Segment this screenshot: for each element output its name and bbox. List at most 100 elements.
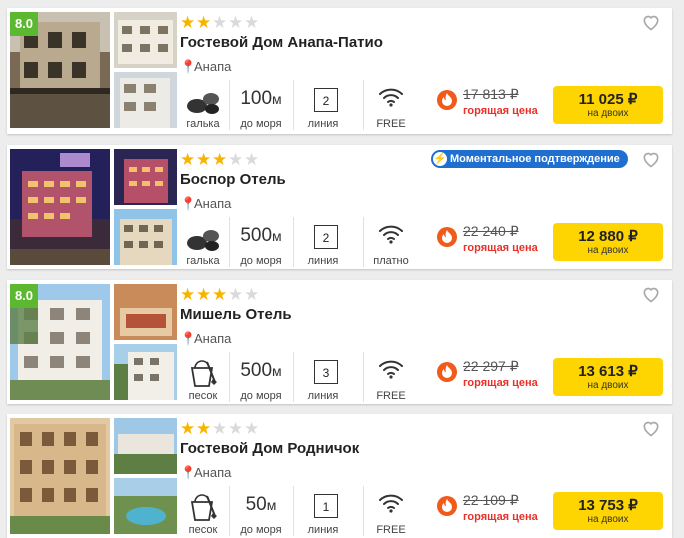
location-pin-icon: 📍 xyxy=(180,331,197,346)
location-pin-icon: 📍 xyxy=(180,465,197,480)
hotel-photo-main[interactable] xyxy=(10,149,110,265)
hot-price-label: горящая цена xyxy=(463,511,538,523)
star-rating: ★★★★★ xyxy=(180,286,260,303)
location-text: Анапа xyxy=(194,196,232,211)
distance-unit: м xyxy=(272,228,282,244)
price-button[interactable]: 12 880 ₽ на двоих xyxy=(553,223,663,261)
favorite-heart-icon[interactable] xyxy=(641,149,661,169)
hotel-card[interactable]: 8.0 ★★★★★ Гостевой Дом Анапа-Патио 📍Анап… xyxy=(7,8,672,134)
price-note: на двоих xyxy=(587,380,629,391)
hotel-photo-small[interactable] xyxy=(114,418,177,474)
hotel-name[interactable]: Гостевой Дом Анапа-Патио xyxy=(180,34,383,51)
star-icon: ★ xyxy=(228,150,244,169)
wifi-info: FREE xyxy=(363,80,418,130)
rating-badge: 8.0 xyxy=(10,12,38,36)
beach-type: галька xyxy=(177,80,229,130)
hotel-photo-small[interactable] xyxy=(114,284,177,340)
hotel-photo-small[interactable] xyxy=(114,12,177,68)
hotel-location: 📍Анапа xyxy=(180,59,231,75)
sea-distance: 50м до моря xyxy=(229,486,292,536)
star-icon: ★ xyxy=(180,419,196,438)
hotel-photo-small[interactable] xyxy=(114,209,177,265)
favorite-heart-icon[interactable] xyxy=(641,284,661,304)
wifi-info: платно xyxy=(363,217,418,267)
price-button[interactable]: 13 613 ₽ на двоих xyxy=(553,358,663,396)
line-number: 3 xyxy=(314,360,338,384)
hotel-name[interactable]: Боспор Отель xyxy=(180,171,286,188)
pebbles-icon xyxy=(187,230,219,251)
hotel-gallery[interactable] xyxy=(10,149,177,265)
wifi-info: FREE xyxy=(363,486,418,536)
beach-line: 2 линия xyxy=(293,217,352,267)
star-icon: ★ xyxy=(244,13,260,32)
old-price: 22 297 ₽ xyxy=(463,358,519,374)
distance-label: до моря xyxy=(240,255,282,267)
hotel-photo-main-image xyxy=(10,149,110,265)
star-icon: ★ xyxy=(212,419,228,438)
hot-price-label: горящая цена xyxy=(463,377,538,389)
hot-price-label: горящая цена xyxy=(463,105,538,117)
price-button[interactable]: 11 025 ₽ на двоих xyxy=(553,86,663,124)
hotel-photo-small[interactable] xyxy=(114,149,177,205)
location-pin-icon: 📍 xyxy=(180,59,197,74)
wifi-label: FREE xyxy=(376,390,406,402)
price-button[interactable]: 13 753 ₽ на двоих xyxy=(553,492,663,530)
sand-bucket-icon xyxy=(190,360,217,387)
star-icon: ★ xyxy=(212,13,228,32)
wifi-icon xyxy=(379,360,403,379)
line-number: 1 xyxy=(314,494,338,518)
distance-unit: м xyxy=(272,91,282,107)
beach-line: 2 линия xyxy=(293,80,352,130)
hotel-photo-small-image xyxy=(114,209,177,265)
hotel-card[interactable]: ★★★★★ Гостевой Дом Родничок 📍Анапа песок… xyxy=(7,414,672,538)
hotel-photo-small-image xyxy=(114,12,177,68)
favorite-heart-icon[interactable] xyxy=(641,418,661,438)
fire-icon xyxy=(437,227,457,247)
location-text: Анапа xyxy=(194,465,232,480)
hotel-gallery[interactable] xyxy=(10,418,177,534)
hotel-photo-main[interactable] xyxy=(10,418,110,534)
line-label: линия xyxy=(307,255,339,267)
hotel-photo-small[interactable] xyxy=(114,72,177,128)
instant-confirmation-badge: ⚡ Моментальное подтверждение xyxy=(431,150,628,168)
distance-label: до моря xyxy=(240,524,282,536)
hotel-photo-small[interactable] xyxy=(114,344,177,400)
favorite-heart-icon[interactable] xyxy=(641,12,661,32)
fire-icon xyxy=(437,90,457,110)
hotel-name[interactable]: Мишель Отель xyxy=(180,306,292,323)
distance-unit: м xyxy=(272,363,282,379)
beach-label: галька xyxy=(186,255,220,267)
hotel-gallery[interactable]: 8.0 xyxy=(10,12,177,128)
star-icon: ★ xyxy=(196,13,212,32)
hotel-card[interactable]: ★★★★★ Боспор Отель 📍Анапа ⚡ Моментальное … xyxy=(7,145,672,269)
hotel-card[interactable]: 8.0 ★★★★★ Мишель Отель 📍Анапа песок 500м… xyxy=(7,280,672,404)
wifi-icon xyxy=(379,494,403,513)
beach-line: 1 линия xyxy=(293,486,352,536)
distance-value: 500 xyxy=(240,360,273,381)
fire-icon xyxy=(437,496,457,516)
line-label: линия xyxy=(307,118,339,130)
sea-distance: 500м до моря xyxy=(229,217,292,267)
star-icon: ★ xyxy=(196,419,212,438)
hotel-photo-small-image xyxy=(114,344,177,400)
hotel-photo-small[interactable] xyxy=(114,478,177,534)
price-value: 13 613 ₽ xyxy=(578,363,638,380)
lightning-icon: ⚡ xyxy=(433,152,447,166)
price-value: 11 025 ₽ xyxy=(578,91,638,108)
location-pin-icon: 📍 xyxy=(180,196,197,211)
rating-badge: 8.0 xyxy=(10,284,38,308)
price-value: 12 880 ₽ xyxy=(578,228,638,245)
hotel-name[interactable]: Гостевой Дом Родничок xyxy=(180,440,359,457)
hotel-gallery[interactable]: 8.0 xyxy=(10,284,177,400)
star-icon: ★ xyxy=(196,285,212,304)
star-icon: ★ xyxy=(228,13,244,32)
wifi-label: FREE xyxy=(376,118,406,130)
wifi-info: FREE xyxy=(363,352,418,402)
beach-label: галька xyxy=(186,118,220,130)
hotel-location: 📍Анапа xyxy=(180,465,231,481)
star-rating: ★★★★★ xyxy=(180,14,260,31)
old-price: 22 109 ₽ xyxy=(463,492,519,508)
star-icon: ★ xyxy=(244,419,260,438)
star-icon: ★ xyxy=(180,150,196,169)
hotel-photo-small-image xyxy=(114,478,177,534)
